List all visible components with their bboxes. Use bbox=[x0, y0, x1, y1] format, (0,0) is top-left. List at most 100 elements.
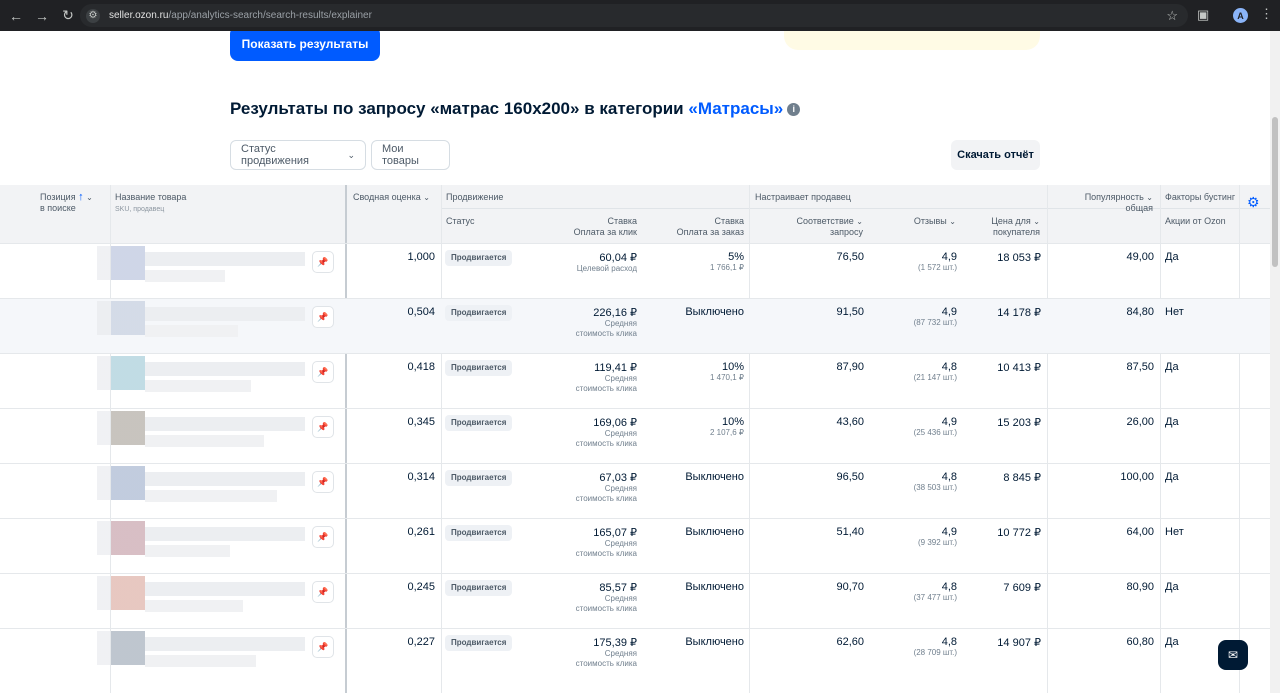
product-name-blurred[interactable] bbox=[145, 362, 305, 376]
chat-icon[interactable]: ✉ bbox=[1218, 640, 1248, 670]
pin-icon[interactable]: 📌 bbox=[312, 581, 334, 603]
popularity-value: 87,50 bbox=[1126, 361, 1154, 373]
price-value: 8 845 ₽ bbox=[1003, 472, 1041, 484]
product-name-blurred[interactable] bbox=[145, 527, 305, 541]
bid-order-value: Выключено bbox=[685, 471, 744, 483]
bid-click-cell: 226,16 ₽ Средняя стоимость клика bbox=[540, 306, 637, 339]
table-row[interactable]: 📌 0,261 Продвигается 165,07 ₽ Средняя ст… bbox=[0, 518, 1270, 573]
bid-click-note: стоимость клика bbox=[575, 329, 637, 338]
url-text[interactable]: seller.ozon.ru/app/analytics-search/sear… bbox=[109, 10, 372, 21]
product-sku-blurred bbox=[145, 545, 230, 557]
bid-click-note: Средняя bbox=[604, 374, 637, 383]
product-name-blurred[interactable] bbox=[145, 582, 305, 596]
bid-order-cell: Выключено bbox=[650, 471, 744, 483]
price-value: 15 203 ₽ bbox=[997, 417, 1041, 429]
header-ozon-promos: Акции от Ozon bbox=[1165, 216, 1226, 226]
show-results-button[interactable]: Показать результаты bbox=[230, 31, 380, 61]
header-price[interactable]: Цена для ⌄ покупателя bbox=[970, 216, 1040, 238]
address-bar[interactable]: ⚙ seller.ozon.ru/app/analytics-search/se… bbox=[80, 4, 1188, 27]
product-thumbnail[interactable] bbox=[97, 466, 145, 500]
header-popularity[interactable]: Популярность ⌄ общая bbox=[1060, 192, 1153, 214]
product-thumbnail[interactable] bbox=[97, 521, 145, 555]
table-row[interactable]: 📌 0,227 Продвигается 175,39 ₽ Средняя ст… bbox=[0, 628, 1270, 683]
pin-icon[interactable]: 📌 bbox=[312, 361, 334, 383]
bid-click-note: стоимость клика bbox=[575, 549, 637, 558]
table-row[interactable]: 📌 0,418 Продвигается 119,41 ₽ Средняя ст… bbox=[0, 353, 1270, 408]
rating-value: 4,8 bbox=[941, 636, 957, 648]
bid-click-value: 169,06 ₽ bbox=[593, 417, 637, 429]
product-thumbnail[interactable] bbox=[97, 631, 145, 665]
bid-order-note: 1 766,1 ₽ bbox=[709, 263, 744, 272]
pin-icon[interactable]: 📌 bbox=[312, 416, 334, 438]
star-icon[interactable]: ☆ bbox=[1166, 8, 1178, 24]
header-relevance[interactable]: Соответствие ⌄ запросу bbox=[770, 216, 864, 238]
ozon-promo-value: Да bbox=[1165, 251, 1179, 263]
back-icon[interactable]: ← bbox=[4, 4, 28, 28]
summary-score: 0,314 bbox=[407, 471, 435, 483]
bid-order-note: 2 107,6 ₽ bbox=[709, 428, 744, 437]
promotion-status-filter[interactable]: Статус продвижения ⌄ bbox=[230, 140, 366, 170]
product-name-blurred[interactable] bbox=[145, 417, 305, 431]
menu-icon[interactable]: ⋮ bbox=[1260, 6, 1273, 22]
bid-click-value: 60,04 ₽ bbox=[599, 252, 637, 264]
relevance-value: 43,60 bbox=[836, 416, 864, 428]
popularity-value: 60,80 bbox=[1126, 636, 1154, 648]
product-thumbnail[interactable] bbox=[97, 411, 145, 445]
chevron-down-icon: ⌄ bbox=[856, 217, 863, 226]
reload-icon[interactable]: ↻ bbox=[56, 4, 80, 28]
sort-asc-icon: ↑ bbox=[78, 191, 84, 203]
header-reviews[interactable]: Отзывы ⌄ bbox=[880, 216, 956, 227]
chevron-down-icon: ⌄ bbox=[1033, 217, 1040, 226]
info-icon[interactable]: i bbox=[787, 103, 801, 116]
product-thumbnail[interactable] bbox=[97, 356, 145, 390]
rating-value: 4,9 bbox=[941, 251, 957, 263]
table-row[interactable]: 📌 0,345 Продвигается 169,06 ₽ Средняя ст… bbox=[0, 408, 1270, 463]
site-info-icon[interactable]: ⚙ bbox=[86, 8, 100, 23]
ozon-promo-value: Да bbox=[1165, 471, 1179, 483]
bid-click-note: Средняя bbox=[604, 594, 637, 603]
pin-icon[interactable]: 📌 bbox=[312, 526, 334, 548]
table-row[interactable]: 📌 0,314 Продвигается 67,03 ₽ Средняя сто… bbox=[0, 463, 1270, 518]
reviews-cell: 4,9 (87 732 шт.) bbox=[880, 306, 957, 328]
gear-icon[interactable]: ⚙ bbox=[1247, 194, 1260, 211]
forward-icon[interactable]: → bbox=[30, 4, 54, 28]
pin-icon[interactable]: 📌 bbox=[312, 251, 334, 273]
table-row[interactable]: 📌 0,245 Продвигается 85,57 ₽ Средняя сто… bbox=[0, 573, 1270, 628]
rating-value: 4,8 bbox=[941, 361, 957, 373]
pin-icon[interactable]: 📌 bbox=[312, 471, 334, 493]
profile-avatar[interactable]: A bbox=[1233, 8, 1248, 23]
extensions-icon[interactable]: ▣ bbox=[1197, 7, 1209, 23]
bid-click-note: стоимость клика bbox=[575, 494, 637, 503]
product-thumbnail[interactable] bbox=[97, 576, 145, 610]
page-content: Показать результаты Результаты по запрос… bbox=[0, 31, 1270, 693]
relevance-value: 76,50 bbox=[836, 251, 864, 263]
popularity-value: 26,00 bbox=[1126, 416, 1154, 428]
bid-click-value: 67,03 ₽ bbox=[599, 472, 637, 484]
pin-icon[interactable]: 📌 bbox=[312, 306, 334, 328]
product-name-blurred[interactable] bbox=[145, 637, 305, 651]
scrollbar-thumb[interactable] bbox=[1272, 117, 1278, 267]
product-thumbnail[interactable] bbox=[97, 301, 145, 335]
bid-order-value: 10% bbox=[721, 361, 744, 373]
bid-click-value: 165,07 ₽ bbox=[593, 527, 637, 539]
product-name-blurred[interactable] bbox=[145, 472, 305, 486]
price-value: 14 178 ₽ bbox=[997, 307, 1041, 319]
reviews-cell: 4,9 (1 572 шт.) bbox=[880, 251, 957, 273]
page-scrollbar[interactable] bbox=[1270, 31, 1280, 693]
relevance-value: 51,40 bbox=[836, 526, 864, 538]
product-name-blurred[interactable] bbox=[145, 307, 305, 321]
category-link[interactable]: «Матрасы» bbox=[688, 99, 783, 118]
product-sku-blurred bbox=[145, 600, 243, 612]
table-row[interactable]: 📌 0,504 Продвигается 226,16 ₽ Средняя ст… bbox=[0, 298, 1270, 353]
header-seller-configures: Настраивает продавец bbox=[755, 192, 851, 202]
product-name-blurred[interactable] bbox=[145, 252, 305, 266]
download-report-button[interactable]: Скачать отчёт bbox=[951, 140, 1040, 170]
pin-icon[interactable]: 📌 bbox=[312, 636, 334, 658]
header-position[interactable]: Позиция ↑ ⌄ в поиске bbox=[40, 192, 93, 214]
summary-score: 0,227 bbox=[407, 636, 435, 648]
header-summary-score[interactable]: Сводная оценка ⌄ bbox=[353, 192, 430, 203]
my-products-filter[interactable]: Мои товары bbox=[371, 140, 450, 170]
bid-order-cell: Выключено bbox=[650, 306, 744, 318]
table-row[interactable]: 📌 1,000 Продвигается 60,04 ₽ Целевой рас… bbox=[0, 243, 1270, 298]
product-thumbnail[interactable] bbox=[97, 246, 145, 280]
